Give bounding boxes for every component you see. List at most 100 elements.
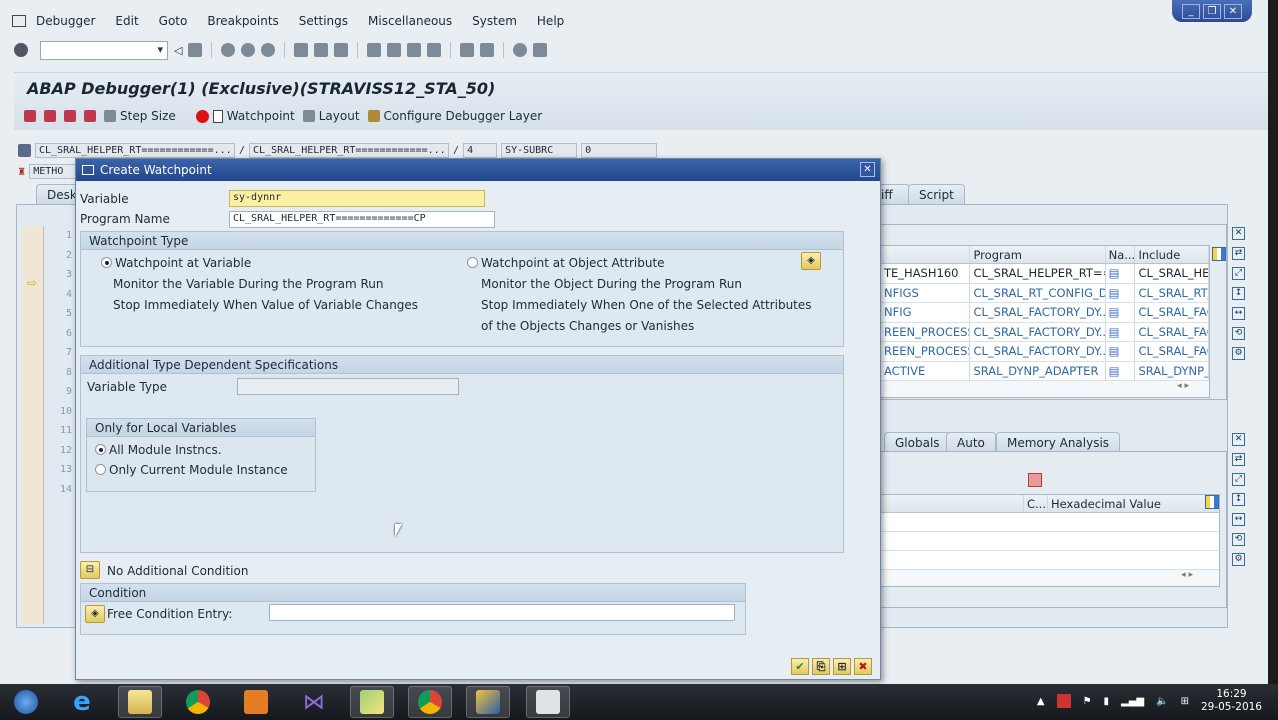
app-menu-icon[interactable] — [12, 15, 26, 27]
confirm-button[interactable]: ✔ — [791, 658, 809, 675]
table-row[interactable]: REEN_PROCESS...CL_SRAL_FACTORY_DY...▤CL_… — [881, 342, 1209, 362]
print-icon[interactable] — [294, 43, 309, 57]
minimize-button[interactable]: _ — [1182, 3, 1200, 19]
windows-flag-icon[interactable]: ⊞ — [1181, 696, 1189, 707]
enlarge-vertical-icon[interactable]: ↕ — [1232, 287, 1245, 300]
table-row[interactable]: NFIG CL_SRAL_FACTORY_DY... ▤ CL_SRAL_FAC — [881, 303, 1209, 323]
more-options-button[interactable]: ⊞ — [833, 658, 851, 675]
services-tool-icon[interactable]: ⚙ — [1232, 553, 1245, 566]
save-icon[interactable] — [188, 43, 203, 57]
swap-tool-icon[interactable]: ⇄ — [1232, 453, 1245, 466]
col-hex-value[interactable]: Hexadecimal Value — [1048, 495, 1198, 512]
power-icon[interactable]: ▮ — [1104, 696, 1110, 707]
source-code-icon[interactable]: ▤ — [1106, 361, 1136, 380]
volume-icon[interactable]: 🔈 — [1156, 696, 1168, 707]
column-settings-icon[interactable] — [1205, 495, 1219, 509]
free-condition-input[interactable] — [269, 604, 735, 621]
customize-layout-icon[interactable] — [533, 43, 548, 57]
taskbar-sap-gui[interactable] — [526, 686, 570, 718]
start-button[interactable] — [4, 686, 48, 718]
step-over-icon[interactable] — [44, 110, 56, 122]
menu-goto[interactable]: Goto — [159, 14, 188, 28]
source-code-icon[interactable]: ▤ — [1106, 283, 1136, 302]
action-center-icon[interactable]: ⚑ — [1083, 696, 1092, 707]
radio-watchpoint-object[interactable]: Watchpoint at Object Attribute — [467, 256, 665, 270]
restore-button[interactable]: ❐ — [1203, 3, 1221, 19]
layout-button[interactable]: Layout — [302, 109, 360, 123]
source-code-icon[interactable]: ▤ — [1106, 322, 1136, 341]
swap-tools-icon[interactable]: ⟲ — [1232, 327, 1245, 340]
radio-watchpoint-variable[interactable]: Watchpoint at Variable — [101, 256, 251, 270]
col-blank[interactable] — [881, 495, 1024, 512]
column-settings-icon[interactable] — [1212, 247, 1226, 261]
help-icon[interactable] — [513, 43, 528, 57]
taskbar-media[interactable] — [234, 686, 278, 718]
change-button[interactable]: ⎘ — [812, 658, 830, 675]
source-code-icon[interactable]: ▤ — [1106, 303, 1136, 322]
taskbar-ie[interactable]: e — [60, 686, 104, 718]
enlarge-horizontal-icon[interactable]: ↔ — [1232, 307, 1245, 320]
condition-book-icon[interactable]: ◈ — [85, 605, 105, 623]
menu-help[interactable]: Help — [537, 14, 564, 28]
table-row[interactable] — [881, 532, 1219, 551]
variable-type-input[interactable] — [237, 378, 459, 395]
first-page-icon[interactable] — [367, 43, 382, 57]
back-icon[interactable] — [221, 43, 236, 57]
network-icon[interactable]: ▂▄▆ — [1121, 696, 1144, 707]
horizontal-scrollbar[interactable]: ◂ ▸ — [881, 381, 1209, 397]
table-row[interactable]: TE_HASH160CL_SRAL_HELPER_RT==...▤CL_SRAL… — [881, 264, 1209, 284]
enter-icon[interactable] — [14, 43, 28, 57]
radio-all-module-instances[interactable]: All Module Instncs. — [95, 443, 222, 457]
close-tool-icon[interactable]: ✕ — [1232, 433, 1245, 446]
variable-input[interactable]: sy-dynnr — [229, 190, 485, 207]
enlarge-horizontal-icon[interactable]: ↔ — [1232, 513, 1245, 526]
source-code-icon[interactable]: ▤ — [1106, 342, 1136, 361]
col-event[interactable] — [881, 246, 971, 263]
save-variables-icon[interactable] — [1028, 473, 1042, 487]
show-hidden-icons[interactable]: ▲ — [1037, 696, 1045, 707]
swap-tools-icon[interactable]: ⟲ — [1232, 533, 1245, 546]
menu-debugger[interactable]: Debugger — [36, 14, 95, 28]
enlarge-vertical-icon[interactable]: ↕ — [1232, 493, 1245, 506]
col-program[interactable]: Program — [970, 246, 1106, 263]
maximize-tool-icon[interactable]: ⤢ — [1232, 473, 1245, 486]
menu-miscellaneous[interactable]: Miscellaneous — [368, 14, 452, 28]
menu-system[interactable]: System — [472, 14, 517, 28]
taskbar-sticky-notes[interactable] — [350, 686, 394, 718]
dialog-close-button[interactable]: ✕ — [860, 162, 875, 177]
col-navigate[interactable]: Na... — [1106, 246, 1136, 263]
menu-edit[interactable]: Edit — [115, 14, 138, 28]
exit-icon[interactable] — [241, 43, 256, 57]
clock[interactable]: 16:29 29-05-2016 — [1201, 688, 1262, 714]
swap-tool-icon[interactable]: ⇄ — [1232, 247, 1245, 260]
find-icon[interactable] — [314, 43, 329, 57]
tab-auto[interactable]: Auto — [946, 432, 996, 452]
step-into-icon[interactable] — [24, 110, 36, 122]
prev-page-icon[interactable] — [387, 43, 402, 57]
table-row[interactable]: ACTIVESRAL_DYNP_ADAPTER▤SRAL_DYNP_A — [881, 361, 1209, 381]
taskbar-chrome[interactable] — [176, 686, 220, 718]
table-row[interactable]: REEN_PROCESS...CL_SRAL_FACTORY_DY...▤CL_… — [881, 322, 1209, 342]
taskbar-explorer[interactable] — [118, 686, 162, 718]
shortcut-icon[interactable] — [480, 43, 495, 57]
table-row[interactable]: NFIGS CL_SRAL_RT_CONFIG_D... ▤ CL_SRAL_RT_ — [881, 283, 1209, 303]
taskbar-chrome-2[interactable] — [408, 686, 452, 718]
last-page-icon[interactable] — [427, 43, 442, 57]
horizontal-scrollbar[interactable]: ◂ ▸ — [881, 570, 1219, 586]
taskbar-sap-logon[interactable] — [466, 686, 510, 718]
program-name-input[interactable]: CL_SRAL_HELPER_RT=============CP — [229, 211, 495, 228]
tab-memory-analysis[interactable]: Memory Analysis — [996, 432, 1121, 452]
radio-current-module-instance[interactable]: Only Current Module Instance — [95, 463, 288, 477]
source-code-icon[interactable]: ▤ — [1106, 264, 1136, 283]
close-window-button[interactable]: ✕ — [1224, 3, 1242, 19]
taskbar-visual-studio[interactable]: ⋈ — [292, 686, 336, 718]
app-tray-icon[interactable] — [1056, 694, 1071, 708]
next-page-icon[interactable] — [407, 43, 422, 57]
no-condition-button[interactable]: ⊟ — [80, 561, 100, 579]
watchpoint-button[interactable]: Watchpoint — [195, 109, 295, 123]
object-attributes-book-icon[interactable]: ◈ — [801, 252, 821, 270]
back-arrow-icon[interactable]: ◁ — [174, 44, 182, 57]
menu-settings[interactable]: Settings — [299, 14, 348, 28]
cancel-icon[interactable] — [261, 43, 276, 57]
col-include[interactable]: Include — [1135, 246, 1209, 263]
